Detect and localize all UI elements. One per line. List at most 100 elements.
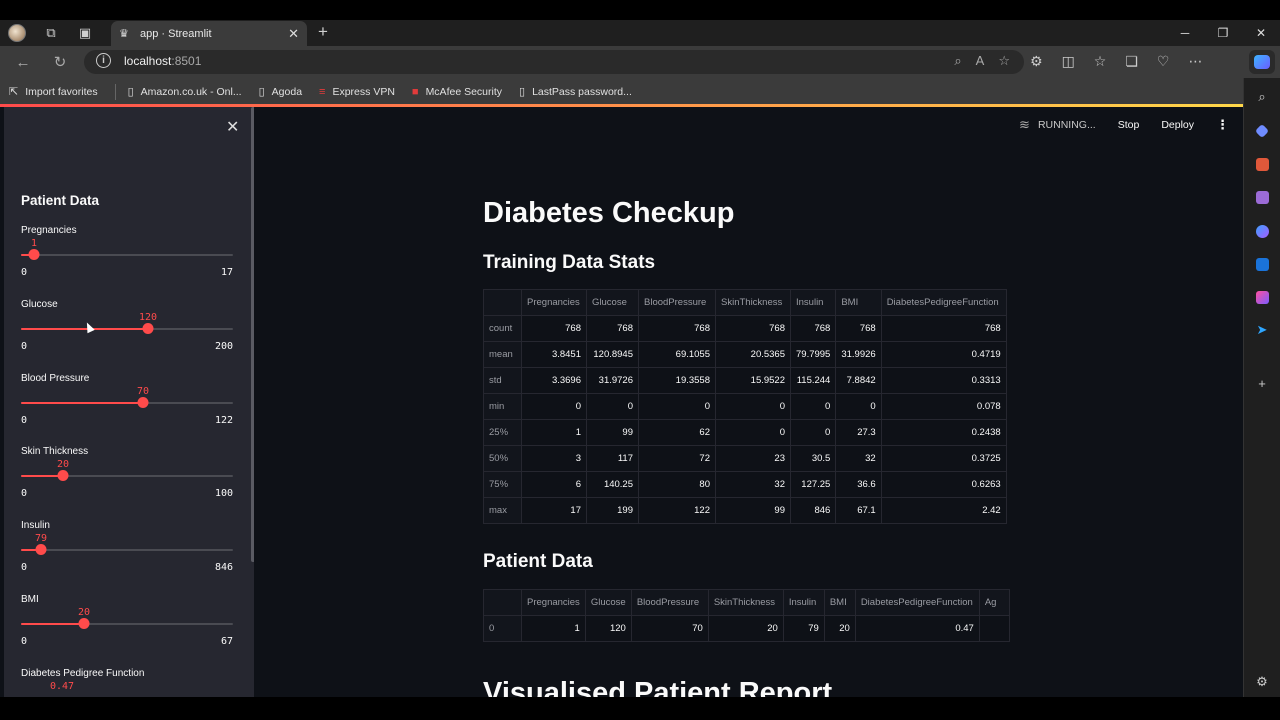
stop-button[interactable]: Stop <box>1118 119 1140 131</box>
table-cell[interactable]: 31.9926 <box>835 341 882 368</box>
table-cell[interactable]: 0 <box>789 419 837 446</box>
table-cell[interactable]: 0.47 <box>854 615 980 642</box>
read-aloud-icon[interactable]: A <box>976 53 985 69</box>
settings-more-icon[interactable]: ⋯ <box>1188 53 1202 70</box>
pedigree-function-slider[interactable]: Diabetes Pedigree Function 0.47 <box>21 668 233 697</box>
table-cell[interactable]: 768 <box>586 315 639 342</box>
table-cell[interactable]: 2.42 <box>880 497 1007 524</box>
table-cell[interactable]: 120.8945 <box>586 341 639 368</box>
table-cell[interactable]: 768 <box>835 315 882 342</box>
workspaces-icon[interactable]: ⧉ <box>34 20 68 46</box>
table-cell[interactable]: 15.9522 <box>715 367 791 394</box>
table-cell[interactable]: 0 <box>789 393 837 420</box>
site-info-icon[interactable]: i <box>96 53 111 68</box>
row-index[interactable]: mean <box>483 341 522 368</box>
bookmark-lastpass[interactable]: ▯ LastPass password... <box>519 85 632 99</box>
column-header[interactable]: Insulin <box>782 589 825 616</box>
table-cell[interactable]: 0 <box>638 393 716 420</box>
table-cell[interactable]: 0.4719 <box>880 341 1007 368</box>
slider-thumb[interactable] <box>28 249 40 260</box>
table-cell[interactable]: 32 <box>715 471 791 498</box>
column-header[interactable]: Glucose <box>586 289 639 316</box>
column-header[interactable]: Glucose <box>584 589 632 616</box>
table-cell[interactable]: 0 <box>715 419 791 446</box>
table-cell[interactable]: 69.1055 <box>638 341 716 368</box>
slider-thumb[interactable] <box>142 323 154 334</box>
table-cell[interactable]: 0 <box>521 393 587 420</box>
table-cell[interactable]: 0.3313 <box>880 367 1007 394</box>
table-cell[interactable]: 67.1 <box>835 497 882 524</box>
outlook-icon[interactable] <box>1254 256 1270 272</box>
search-icon[interactable]: ⌕ <box>1254 89 1270 105</box>
patient-table-container[interactable]: Pregnancies Glucose BloodPressure SkinThick… <box>483 589 1011 643</box>
table-cell[interactable]: 0.078 <box>880 393 1007 420</box>
column-header[interactable]: Insulin <box>789 289 837 316</box>
table-cell[interactable]: 3 <box>521 445 587 472</box>
microsoft-365-icon[interactable] <box>1254 223 1270 239</box>
insulin-slider[interactable]: Insulin 79 0 846 <box>21 520 233 580</box>
table-cell[interactable]: 0 <box>586 393 639 420</box>
table-cell[interactable]: 0 <box>835 393 882 420</box>
sidebar-scrollbar[interactable] <box>251 107 254 562</box>
table-cell[interactable]: 1 <box>521 615 586 642</box>
column-header[interactable] <box>483 289 522 316</box>
table-cell[interactable]: 768 <box>789 315 837 342</box>
table-cell[interactable]: 17 <box>521 497 587 524</box>
training-stats-table[interactable]: Pregnancies Glucose BloodPressure SkinThick… <box>483 289 1007 524</box>
table-cell[interactable]: 117 <box>586 445 639 472</box>
favorites-icon[interactable]: ☆ <box>1094 53 1107 70</box>
slider-track[interactable] <box>21 549 233 551</box>
copilot-icon[interactable] <box>1249 50 1275 74</box>
table-cell[interactable]: 30.5 <box>789 445 837 472</box>
games-icon[interactable] <box>1254 189 1270 205</box>
patient-data-table[interactable]: Pregnancies Glucose BloodPressure SkinThick… <box>483 589 1010 642</box>
browser-tab[interactable]: ♛ app · Streamlit ✕ <box>111 21 307 46</box>
column-header[interactable]: Pregnancies <box>521 289 587 316</box>
table-cell[interactable]: 20 <box>707 615 784 642</box>
browser-essentials-icon[interactable]: ♡ <box>1157 53 1170 70</box>
sidebar-settings-icon[interactable]: ⚙ <box>1254 674 1270 690</box>
split-screen-icon[interactable]: ◫ <box>1062 53 1075 70</box>
main-menu-icon[interactable]: ⋮ <box>1216 117 1229 133</box>
slider-thumb[interactable] <box>57 470 69 481</box>
table-cell[interactable]: 3.8451 <box>521 341 587 368</box>
column-header[interactable]: Pregnancies <box>521 589 586 616</box>
table-cell[interactable]: 79.7995 <box>789 341 837 368</box>
column-header[interactable] <box>483 589 522 616</box>
table-cell[interactable]: 768 <box>880 315 1007 342</box>
bookmark-agoda[interactable]: ▯ Agoda <box>259 85 302 99</box>
pregnancies-slider[interactable]: Pregnancies 1 0 17 <box>21 225 233 285</box>
bmi-slider[interactable]: BMI 20 0 67 <box>21 594 233 654</box>
column-header[interactable]: DiabetesPedigreeFunction <box>880 289 1007 316</box>
add-sidebar-app-icon[interactable]: + <box>1254 375 1270 391</box>
table-cell[interactable] <box>978 615 1010 642</box>
profile-avatar[interactable] <box>0 20 34 46</box>
row-index[interactable]: 50% <box>483 445 522 472</box>
new-tab-icon[interactable]: + <box>318 22 328 42</box>
slider-track[interactable] <box>21 254 233 256</box>
table-cell[interactable]: 115.244 <box>789 367 837 394</box>
row-index[interactable]: max <box>483 497 522 524</box>
tab-actions-icon[interactable]: ▣ <box>68 20 102 46</box>
table-cell[interactable]: 99 <box>586 419 639 446</box>
extensions-icon[interactable]: ⚙ <box>1030 53 1043 70</box>
table-cell[interactable]: 0.2438 <box>880 419 1007 446</box>
slider-thumb[interactable] <box>137 397 149 408</box>
table-cell[interactable]: 140.25 <box>586 471 639 498</box>
table-cell[interactable]: 7.8842 <box>835 367 882 394</box>
table-cell[interactable]: 0.3725 <box>880 445 1007 472</box>
zoom-icon[interactable]: ⌕ <box>954 53 961 69</box>
table-cell[interactable]: 99 <box>715 497 791 524</box>
row-index[interactable]: 75% <box>483 471 522 498</box>
row-index[interactable]: 25% <box>483 419 522 446</box>
table-cell[interactable]: 122 <box>638 497 716 524</box>
row-index[interactable]: min <box>483 393 522 420</box>
column-header[interactable]: SkinThickness <box>715 289 791 316</box>
deploy-button[interactable]: Deploy <box>1161 119 1194 131</box>
table-cell[interactable]: 62 <box>638 419 716 446</box>
table-cell[interactable]: 20 <box>823 615 856 642</box>
bookmark-import-favorites[interactable]: ⇱ Import favorites <box>9 85 98 99</box>
table-cell[interactable]: 70 <box>630 615 709 642</box>
column-header[interactable]: DiabetesPedigreeFunction <box>854 589 980 616</box>
table-cell[interactable]: 199 <box>586 497 639 524</box>
